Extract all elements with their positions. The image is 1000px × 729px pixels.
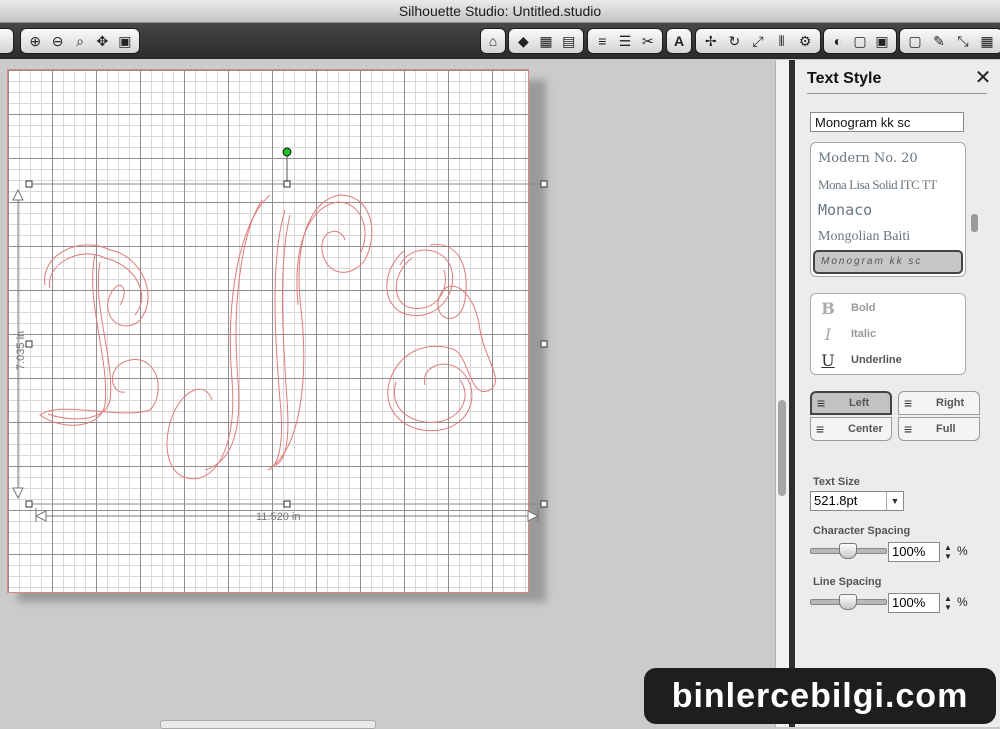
text-size-select[interactable]: 521.8pt ▼ [810,491,904,511]
fullscreen-icon[interactable]: ⤡ [952,30,974,52]
library-icon[interactable]: ◐ [828,30,848,52]
line-spacing-label: Line Spacing [813,576,882,588]
align-left-button[interactable]: ≡ Left [810,391,892,415]
underline-icon: U [821,350,835,370]
char-spacing-unit: % [957,544,968,558]
italic-option[interactable]: I Italic [819,323,876,345]
text-size-label: Text Size [813,476,860,488]
underline-option[interactable]: U Underline [819,349,902,371]
width-dim-label: 11.520 in [256,511,300,523]
underline-label: Underline [851,354,902,366]
grid-view-icon[interactable]: ▦ [976,30,998,52]
align-center-icon: ≡ [816,421,825,437]
italic-label: Italic [851,328,877,340]
close-icon[interactable]: ✕ [973,68,993,88]
align-left-icon: ≡ [817,395,826,411]
align-right-button[interactable]: ≡ Right [898,391,980,415]
pen-icon[interactable]: ✎ [928,30,950,52]
line-spacing-unit: % [957,595,968,609]
rotate-handle[interactable] [282,147,292,157]
store-icon[interactable]: ▢ [850,30,870,52]
align-left-label: Left [849,397,870,409]
canvas-vertical-scrollbar[interactable] [775,60,789,727]
resize-handles[interactable] [25,180,548,508]
align-right-label: Right [936,397,965,409]
align-right-icon: ≡ [904,395,913,411]
misc-group: ▢ ✎ ⤡ ▦ [899,28,1000,54]
align-full-icon: ≡ [904,421,913,437]
font-item-monogram-selected[interactable]: Monogram kk sc [813,250,963,274]
font-name-field[interactable]: Monogram kk sc [810,112,964,132]
chevron-down-icon[interactable]: ▼ [886,492,903,510]
align-center-button[interactable]: ≡ Center [810,417,892,441]
line-spacing-stepper[interactable]: ▲ ▼ [943,594,953,612]
font-list-scrollbar[interactable] [970,142,980,277]
eraser-icon[interactable]: ▢ [904,30,926,52]
library-group: ◐ ▢ ▣ [823,28,897,54]
char-spacing-field[interactable]: 100% [888,542,940,562]
text-style-panel: Text Style ✕ Monogram kk sc Modern No. 2… [795,60,1000,727]
letter-b-outline [386,244,496,432]
height-dim-label: 7.035 in [15,331,27,370]
watermark: binlercebilgi.com [644,668,996,724]
char-spacing-slider[interactable] [810,543,887,559]
align-full-button[interactable]: ≡ Full [898,417,980,441]
panel-header: Text Style ✕ [803,68,993,92]
bold-icon: B [821,298,835,318]
letter-n-outline [166,194,373,480]
letter-l-outline [39,244,159,426]
monogram-artwork[interactable]: 7.035 in 11.520 in [0,0,775,727]
char-spacing-label: Character Spacing [813,525,911,537]
font-item-mongolian[interactable]: Mongolian Baiti [818,229,910,245]
text-style-options: B Bold I Italic U Underline [810,293,966,375]
line-spacing-slider[interactable] [810,594,887,610]
line-spacing-field[interactable]: 100% [888,593,940,613]
char-spacing-knob[interactable] [839,543,857,559]
line-spacing-knob[interactable] [839,594,857,610]
char-spacing-stepper[interactable]: ▲ ▼ [943,543,953,561]
font-list[interactable]: Modern No. 20 Mona Lisa Solid ITC TT Mon… [810,142,966,277]
align-center-label: Center [848,423,883,435]
panel-title: Text Style [807,70,882,87]
font-item-mona-lisa[interactable]: Mona Lisa Solid ITC TT [818,177,937,193]
canvas-scroll-thumb[interactable] [778,400,786,496]
italic-icon: I [824,324,832,344]
bold-option[interactable]: B Bold [819,297,875,319]
replicate-icon[interactable]: ⚙ [794,30,816,52]
text-size-value: 521.8pt [814,493,858,508]
font-list-scroll-thumb[interactable] [971,214,978,232]
font-item-modern[interactable]: Modern No. 20 [818,151,918,166]
header-divider [807,93,987,94]
selection-box[interactable] [29,152,544,505]
horizontal-scrollbar[interactable] [160,720,376,729]
bold-label: Bold [851,302,876,314]
align-full-label: Full [936,423,956,435]
font-item-monaco[interactable]: Monaco [818,201,872,219]
trace-icon[interactable]: ▣ [872,30,892,52]
